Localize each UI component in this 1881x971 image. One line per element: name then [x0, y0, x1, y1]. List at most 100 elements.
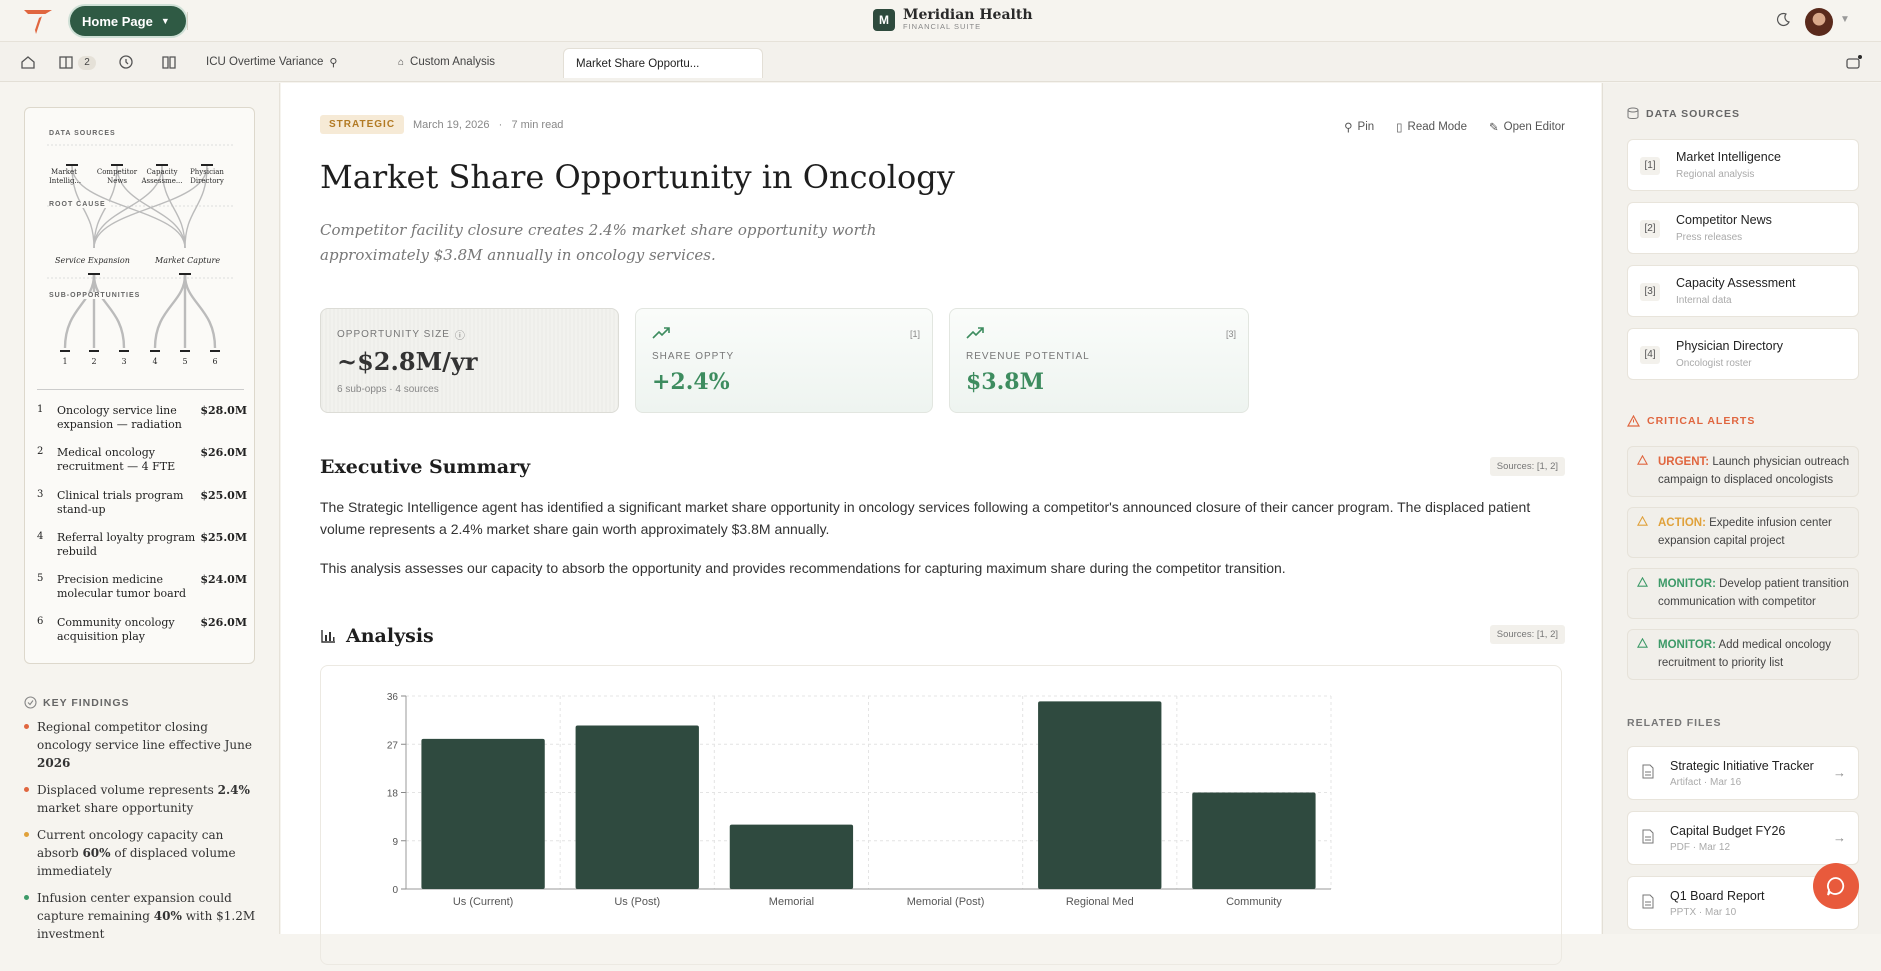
- kpi-value: ~$2.8M/yr: [337, 347, 478, 376]
- exec-sources-badge[interactable]: Sources: [1, 2]: [1489, 457, 1565, 476]
- alert-item[interactable]: URGENT: Launch physician outreach campai…: [1627, 446, 1859, 497]
- moon-icon[interactable]: [1775, 12, 1791, 28]
- brand: M Meridian Health FINANCIAL SUITE: [873, 8, 1033, 32]
- y-tick-label: 9: [392, 837, 398, 848]
- source-item[interactable]: [1] Market Intelligence Regional analysis: [1627, 139, 1859, 191]
- home-page-label: Home Page: [82, 13, 153, 29]
- tree-diagram: [47, 144, 235, 352]
- finding-item: Regional competitor closing oncology ser…: [24, 718, 264, 772]
- home-icon[interactable]: [20, 54, 36, 70]
- analysis-header: Analysis: [320, 625, 434, 647]
- data-sources-header: DATA SOURCES: [1627, 107, 1740, 120]
- warning-icon: [1637, 516, 1648, 526]
- left-panel: DATA SOURCES Market Intellig... Competit…: [0, 83, 280, 941]
- tab-market-share[interactable]: Market Share Opportu...: [563, 48, 763, 78]
- alert-item[interactable]: MONITOR: Develop patient transition comm…: [1627, 568, 1859, 619]
- bar: [575, 725, 699, 889]
- brand-logo: M: [873, 9, 895, 31]
- arrow-right-icon[interactable]: →: [1833, 765, 1846, 780]
- pin-button[interactable]: ⚲ Pin: [1344, 120, 1374, 134]
- tab-label: Market Share Opportu...: [576, 57, 700, 70]
- tab-label: ICU Overtime Variance: [206, 56, 324, 68]
- file-icon: [1642, 829, 1654, 844]
- app-logo[interactable]: [22, 6, 54, 36]
- file-icon: [1642, 894, 1654, 909]
- brand-name: Meridian Health: [903, 7, 1033, 23]
- kpi-share-oppty[interactable]: [1] SHARE OPPTY +2.4%: [635, 308, 933, 413]
- file-item[interactable]: Capital Budget FY26 PDF · Mar 12 →: [1627, 811, 1859, 865]
- article-meta: March 19, 2026 · 7 min read: [413, 119, 563, 131]
- bar-chart: 0 9 18 27 36 Us (Current) Us (Post) Memorial Mem…: [387, 692, 1332, 908]
- leaf-6: 6: [212, 357, 218, 366]
- book-icon[interactable]: [161, 54, 177, 70]
- tab-bar: 2 ICU Overtime Variance ⚲ ⌂ Custom Analysi…: [0, 42, 1881, 82]
- read-mode-button[interactable]: ▯ Read Mode: [1396, 120, 1467, 134]
- opportunity-item[interactable]: 5 Precision medicine molecular tumor boar…: [37, 573, 247, 601]
- leaf-3: 3: [121, 357, 127, 366]
- trending-up-icon: [966, 327, 984, 339]
- tab-label: Custom Analysis: [410, 56, 496, 68]
- pin-icon[interactable]: ⚲: [329, 56, 337, 69]
- x-tick-label: Memorial (Post): [907, 896, 985, 908]
- warning-icon: [1637, 455, 1648, 465]
- alert-item[interactable]: MONITOR: Add medical oncology recruitmen…: [1627, 629, 1859, 680]
- info-icon[interactable]: ⓘ: [455, 327, 466, 342]
- analysis-sources-badge[interactable]: Sources: [1, 2]: [1489, 625, 1565, 644]
- opportunity-item[interactable]: 2 Medical oncology recruitment — 4 FTE $26…: [37, 446, 247, 474]
- chat-button[interactable]: [1813, 863, 1859, 909]
- right-panel: DATA SOURCES [1] Market Intelligence Regio…: [1602, 83, 1881, 934]
- opportunity-tree-card: DATA SOURCES Market Intellig... Competit…: [24, 107, 255, 664]
- x-tick-label: Us (Current): [453, 896, 514, 908]
- meta-separator: ·: [498, 119, 503, 131]
- y-tick-label: 0: [392, 885, 398, 896]
- analysis-title: Analysis: [346, 625, 434, 647]
- opportunity-item[interactable]: 6 Community oncology acquisition play $26.…: [37, 616, 247, 644]
- chevron-down-icon[interactable]: ▼: [1840, 14, 1850, 25]
- opportunity-item[interactable]: 1 Oncology service line expansion — radia…: [37, 404, 247, 432]
- arrow-right-icon[interactable]: →: [1833, 830, 1846, 845]
- kpi-revenue-potential[interactable]: [3] REVENUE POTENTIAL $3.8M: [949, 308, 1249, 413]
- warning-icon: [1627, 415, 1640, 427]
- kpi-opportunity-size[interactable]: OPPORTUNITY SIZE ⓘ ~$2.8M/yr 6 sub-opps ·…: [320, 308, 619, 413]
- leaf-5: 5: [182, 357, 188, 366]
- kpi-source-ref[interactable]: [3]: [1226, 329, 1236, 339]
- home-page-button[interactable]: Home Page ▼: [70, 6, 186, 36]
- check-circle-icon: [24, 696, 37, 709]
- tree-source-4: Physician Directory: [190, 168, 224, 185]
- tab-custom-analysis[interactable]: ⌂ Custom Analysis: [386, 48, 507, 76]
- tab-icu-overtime[interactable]: ICU Overtime Variance ⚲: [194, 48, 349, 76]
- workspace-icon[interactable]: [58, 54, 74, 70]
- x-tick-label: Community: [1226, 896, 1282, 908]
- warning-icon: [1637, 638, 1648, 648]
- kpi-label: REVENUE POTENTIAL: [966, 351, 1090, 362]
- kpi-label: SHARE OPPTY: [652, 351, 735, 362]
- cart-icon[interactable]: [1845, 54, 1863, 70]
- analysis-chart: 0 9 18 27 36 Us (Current) Us (Post) Memorial Mem…: [320, 665, 1562, 965]
- finding-item: Displaced volume represents 2.4% market …: [24, 781, 264, 817]
- x-tick-label: Us (Post): [614, 896, 660, 908]
- exec-paragraph-2: This analysis assesses our capacity to a…: [320, 560, 1286, 576]
- kpi-value: $3.8M: [966, 369, 1044, 395]
- opportunity-item[interactable]: 4 Referral loyalty program rebuild $25.0M: [37, 531, 247, 559]
- lock-icon: ⌂: [398, 56, 405, 68]
- category-tag: STRATEGIC: [320, 115, 405, 134]
- chat-icon: [1827, 877, 1845, 896]
- source-item[interactable]: [3] Capacity Assessment Internal data: [1627, 265, 1859, 317]
- finding-item: Current oncology capacity can absorb 60%…: [24, 826, 264, 880]
- alert-item[interactable]: ACTION: Expedite infusion center expansi…: [1627, 507, 1859, 558]
- warning-icon: [1637, 577, 1648, 587]
- open-editor-button[interactable]: ✎ Open Editor: [1489, 120, 1565, 134]
- kpi-source-ref[interactable]: [1]: [910, 329, 920, 339]
- avatar[interactable]: [1805, 8, 1833, 36]
- book-open-icon: ▯: [1396, 122, 1403, 134]
- file-item[interactable]: Strategic Initiative Tracker Artifact · M…: [1627, 746, 1859, 800]
- y-tick-label: 18: [387, 789, 399, 800]
- key-findings-header[interactable]: KEY FINDINGS: [24, 696, 264, 709]
- history-icon[interactable]: [118, 54, 134, 70]
- bullet-dot: [24, 787, 29, 792]
- bullet-dot: [24, 724, 29, 729]
- source-item[interactable]: [4] Physician Directory Oncologist roster: [1627, 328, 1859, 380]
- opportunity-item[interactable]: 3 Clinical trials program stand-up $25.0M: [37, 489, 247, 517]
- source-item[interactable]: [2] Competitor News Press releases: [1627, 202, 1859, 254]
- edit-icon: ✎: [1488, 122, 1499, 134]
